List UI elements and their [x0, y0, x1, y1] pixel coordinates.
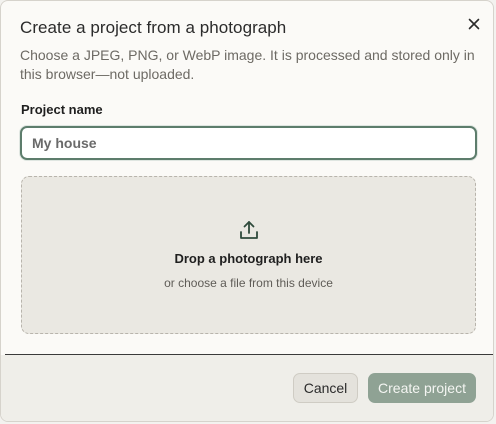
project-name-input[interactable] [20, 126, 477, 160]
close-icon [468, 18, 480, 30]
dialog-title: Create a project from a photograph [20, 18, 287, 37]
create-project-dialog: Create a project from a photograph Choos… [0, 0, 494, 422]
dialog-subtitle: Choose a JPEG, PNG, or WebP image. It is… [20, 47, 475, 82]
dropzone-title: Drop a photograph here [174, 251, 323, 266]
photo-dropzone[interactable]: Drop a photograph here or choose a file … [21, 176, 476, 334]
project-name-label: Project name [21, 102, 103, 117]
create-project-button[interactable]: Create project [368, 373, 476, 403]
close-button[interactable] [463, 13, 485, 35]
dropzone-subtitle: or choose a file from this device [164, 276, 333, 290]
dialog-footer: Cancel Create project [1, 355, 493, 421]
upload-icon [240, 221, 258, 239]
cancel-button[interactable]: Cancel [293, 373, 358, 403]
